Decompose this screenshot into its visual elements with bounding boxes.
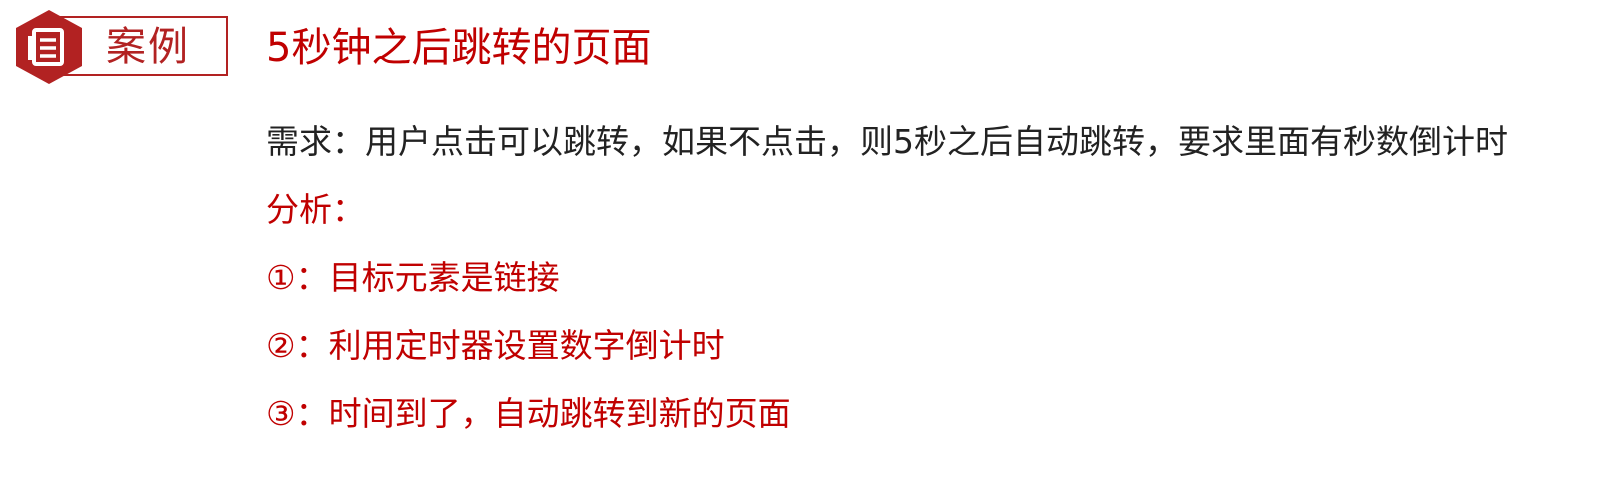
case-badge: 案例 [14, 10, 228, 84]
analysis-step-3: ③：时间到了，自动跳转到新的页面 [266, 394, 791, 433]
slide: 案例 5秒钟之后跳转的页面 需求：用户点击可以跳转，如果不点击，则5秒之后自动跳… [0, 0, 1612, 481]
analysis-step-2: ②：利用定时器设置数字倒计时 [266, 326, 725, 365]
requirement-text: 需求：用户点击可以跳转，如果不点击，则5秒之后自动跳转，要求里面有秒数倒计时 [266, 122, 1508, 161]
analysis-heading: 分析： [266, 190, 365, 229]
page-title: 5秒钟之后跳转的页面 [266, 25, 652, 71]
document-icon [16, 10, 82, 84]
badge-label: 案例 [106, 24, 190, 70]
analysis-step-1: ①：目标元素是链接 [266, 258, 560, 297]
